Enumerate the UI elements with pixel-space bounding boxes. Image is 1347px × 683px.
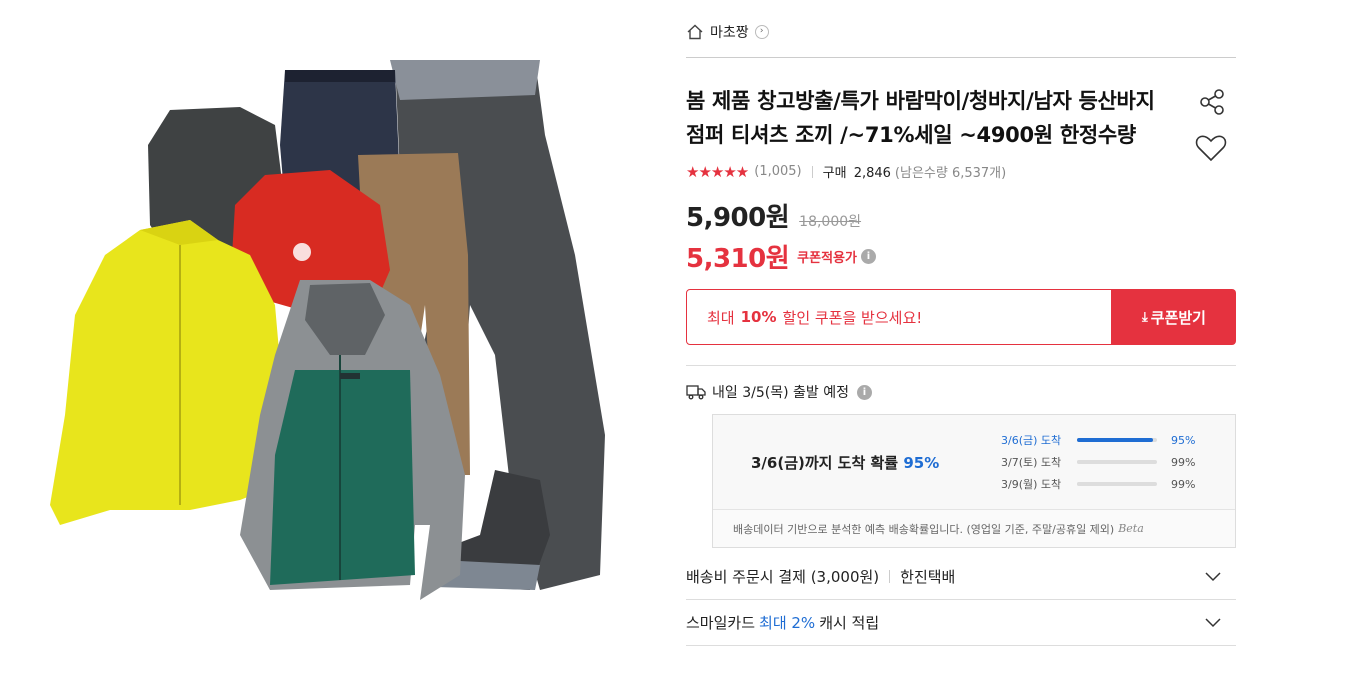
share-icon[interactable] (1196, 86, 1228, 118)
shipping-fee-label: 배송비 주문시 결제 (3,000원) (686, 568, 880, 586)
delivery-note-text: 배송데이터 기반으로 분석한 예측 배송확률입니다. (영업일 기준, 주말/공… (733, 522, 1115, 536)
coupon-box: 최대 10% 할인 쿠폰을 받으세요! ⤓ 쿠폰받기 (686, 289, 1236, 345)
info-icon[interactable]: i (856, 384, 872, 400)
probability-bar (1077, 460, 1157, 464)
price-row: 5,900원 18,000원 (686, 197, 1236, 234)
star-rating: ★★★★★ (686, 162, 749, 181)
product-title: 봄 제품 창고방출/특가 바람막이/청바지/남자 등산바지 점퍼 티셔츠 조끼 … (686, 89, 1155, 147)
coupon-message: 최대 10% 할인 쿠폰을 받으세요! (686, 289, 1112, 345)
product-photo-illustration (50, 60, 605, 600)
title-row: 봄 제품 창고방출/특가 바람막이/청바지/남자 등산바지 점퍼 티셔츠 조끼 … (686, 84, 1236, 162)
truck-icon (686, 384, 706, 400)
delivery-date: 3/9(월) 도착 (1001, 478, 1062, 491)
get-coupon-button[interactable]: ⤓ 쿠폰받기 (1112, 289, 1236, 345)
coupon-price-row: 5,310원 쿠폰적용가 i (686, 238, 1236, 275)
info-icon[interactable]: i (860, 249, 876, 264)
probability-bar (1077, 438, 1157, 442)
delivery-headline-pct: 95% (903, 453, 940, 472)
delivery-pct: 95% (1171, 433, 1196, 447)
coupon-msg-prefix: 최대 (707, 308, 735, 327)
delivery-date: 3/6(금) 도착 (1001, 434, 1062, 447)
probability-bar (1077, 482, 1157, 486)
purchase-number: 2,846 (853, 166, 891, 181)
chevron-right-icon[interactable]: › (754, 24, 769, 39)
chevron-down-icon[interactable] (1204, 569, 1222, 583)
original-price: 18,000원 (799, 214, 862, 230)
product-info-panel: 마초짱 › 봄 제품 창고방출/특가 바람막이/청바지/남자 등산바지 점퍼 티… (686, 0, 1236, 646)
probability-bar-fill (1077, 438, 1153, 442)
delivery-probability-box: 3/6(금)까지 도착 확률 95% 3/6(금) 도착 95% 3/7(토) … (712, 414, 1236, 548)
coupon-price: 5,310원 (686, 244, 790, 274)
probability-bar-fill (1077, 460, 1157, 464)
delivery-row: 3/6(금) 도착 95% (1001, 429, 1235, 451)
delivery-date: 3/7(토) 도착 (1001, 456, 1062, 469)
beta-badge: Beta (1118, 522, 1144, 535)
shipping-departure: 내일 3/5(목) 출발 예정 i (686, 365, 1236, 402)
home-icon[interactable] (686, 23, 704, 41)
shop-name[interactable]: 마초짱 (710, 22, 749, 42)
card-highlight: 최대 2% (759, 614, 816, 632)
departure-text: 내일 3/5(목) 출발 예정 (712, 385, 849, 401)
courier-name: 한진택배 (900, 568, 956, 586)
download-icon: ⤓ (1142, 309, 1148, 325)
purchase-label: 구매 (822, 166, 847, 181)
coupon-price-label: 쿠폰적용가 (797, 251, 857, 266)
delivery-pct: 99% (1171, 455, 1196, 469)
coupon-msg-suffix: 할인 쿠폰을 받으세요! (782, 308, 923, 327)
card-label: 스마일카드 (686, 614, 756, 632)
coupon-msg-percent: 10% (740, 308, 777, 326)
delivery-headline: 3/6(금)까지 도착 확률 95% (751, 452, 1001, 473)
delivery-row: 3/9(월) 도착 99% (1001, 473, 1235, 495)
smile-card-row[interactable]: 스마일카드 최대 2% 캐시 적립 (686, 600, 1236, 646)
heart-icon[interactable] (1194, 132, 1228, 164)
delivery-headline-text: 3/6(금)까지 도착 확률 (751, 453, 899, 472)
product-image (40, 55, 620, 615)
delivery-note: 배송데이터 기반으로 분석한 예측 배송확률입니다. (영업일 기준, 주말/공… (713, 509, 1235, 547)
purchase-count: 구매 2,846 (823, 162, 891, 181)
get-coupon-label: 쿠폰받기 (1150, 308, 1206, 327)
probability-bar-fill (1077, 482, 1157, 486)
delivery-pct: 99% (1171, 477, 1196, 491)
shop-breadcrumb: 마초짱 › (686, 0, 1236, 58)
chevron-down-icon[interactable] (1204, 615, 1222, 629)
remaining-stock: (남은수량 6,537개) (894, 166, 1007, 181)
rating-row: ★★★★★ (1,005) 구매 2,846 (남은수량 6,537개) (686, 162, 1236, 182)
divider (889, 570, 891, 583)
review-count[interactable]: (1,005) (754, 164, 801, 179)
delivery-main: 3/6(금)까지 도착 확률 95% 3/6(금) 도착 95% 3/7(토) … (713, 415, 1235, 509)
shipping-fee-row[interactable]: 배송비 주문시 결제 (3,000원) 한진택배 (686, 554, 1236, 600)
sale-price: 5,900원 (686, 203, 790, 233)
divider (811, 165, 813, 178)
card-suffix: 캐시 적립 (819, 614, 880, 632)
delivery-row: 3/7(토) 도착 99% (1001, 451, 1235, 473)
delivery-rows: 3/6(금) 도착 95% 3/7(토) 도착 99% 3/9(월) 도착 99… (1001, 429, 1235, 495)
